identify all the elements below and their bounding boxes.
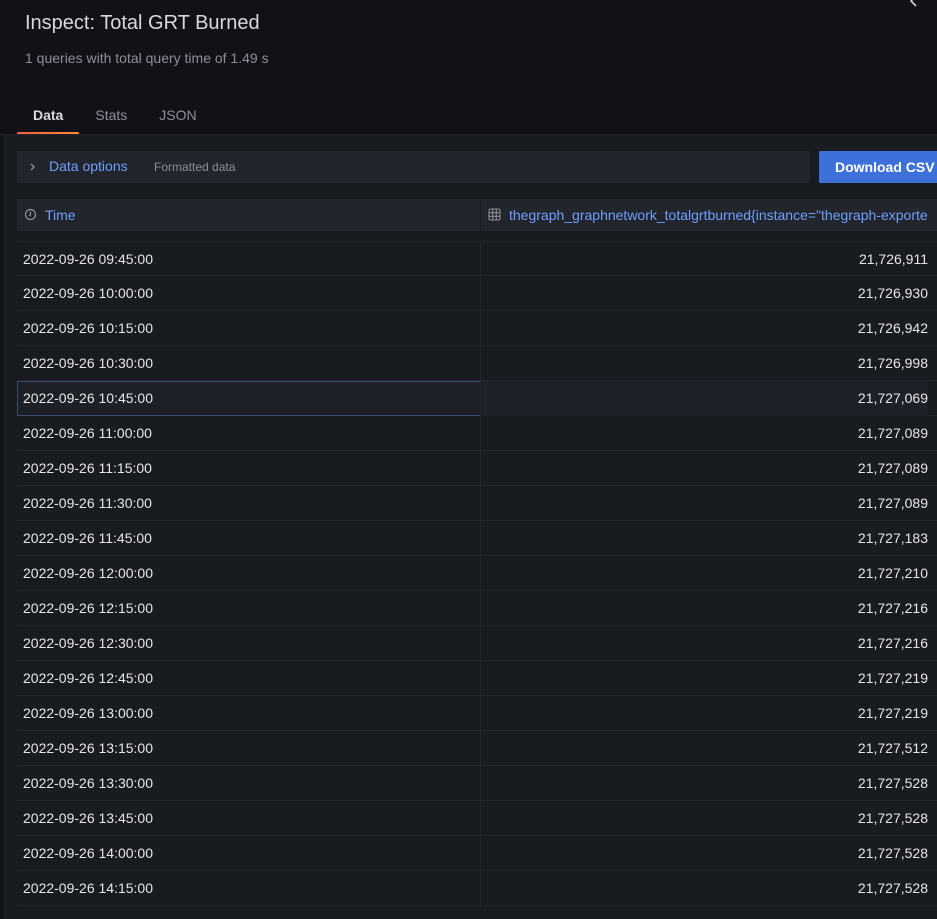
table-body: 2022-09-26 09:45:00 21,726,911 2022-09-26 … (17, 241, 937, 906)
query-summary: 1 queries with total query time of 1.49 … (25, 50, 269, 66)
cell-value: 21,726,942 (857, 320, 928, 336)
tab-data[interactable]: Data (17, 97, 80, 135)
cell-value: 21,727,528 (857, 775, 928, 791)
clock-icon (24, 208, 37, 221)
table-row[interactable]: 2022-09-26 13:00:00 21,727,219 (17, 696, 937, 731)
table-row[interactable]: 2022-09-26 11:00:00 21,727,089 (17, 416, 937, 451)
table-row[interactable]: 2022-09-26 10:30:00 21,726,998 (17, 346, 937, 381)
cell-time: 2022-09-26 13:45:00 (23, 810, 153, 826)
table-row[interactable]: 2022-09-26 10:15:00 21,726,942 (17, 311, 937, 346)
cell-time: 2022-09-26 12:00:00 (23, 565, 153, 581)
cell-time: 2022-09-26 11:45:00 (23, 530, 152, 546)
chevron-right-icon (30, 163, 35, 171)
data-options-toggle[interactable]: Data options Formatted data (17, 151, 810, 183)
cell-time: 2022-09-26 12:45:00 (23, 670, 153, 686)
cell-time: 2022-09-26 13:15:00 (23, 740, 153, 756)
table-row[interactable]: 2022-09-26 11:15:00 21,727,089 (17, 451, 937, 486)
data-options-description: Formatted data (154, 160, 236, 174)
cell-value: 21,726,930 (857, 285, 928, 301)
cell-value: 21,726,911 (858, 251, 928, 267)
download-csv-button[interactable]: Download CSV (819, 151, 937, 183)
cell-time: 2022-09-26 11:00:00 (23, 425, 152, 441)
table-row[interactable]: 2022-09-26 11:30:00 21,727,089 (17, 486, 937, 521)
drawer-header: Inspect: Total GRT Burned 1 queries with… (0, 0, 937, 135)
table-row[interactable]: 2022-09-26 11:45:00 21,727,183 (17, 521, 937, 556)
column-divider (480, 241, 481, 909)
cell-time: 2022-09-26 10:45:00 (17, 381, 482, 416)
page-title: Inspect: Total GRT Burned (25, 12, 260, 34)
table-row[interactable]: 2022-09-26 14:00:00 21,727,528 (17, 836, 937, 871)
cell-value: 21,727,216 (857, 600, 928, 616)
data-table: Time thegraph_graphnetwork_totalgrtburne… (17, 199, 937, 909)
cell-time: 2022-09-26 09:45:00 (23, 251, 153, 267)
table-row[interactable]: 2022-09-26 12:15:00 21,727,216 (17, 591, 937, 626)
cell-value: 21,727,210 (857, 565, 928, 581)
cell-time: 2022-09-26 10:15:00 (23, 320, 153, 336)
table-row[interactable]: 2022-09-26 13:45:00 21,727,528 (17, 801, 937, 836)
table-row[interactable]: 2022-09-26 13:15:00 21,727,512 (17, 731, 937, 766)
cell-time: 2022-09-26 11:15:00 (23, 460, 152, 476)
table-row[interactable]: 2022-09-26 12:45:00 21,727,219 (17, 661, 937, 696)
inspect-drawer: Inspect: Total GRT Burned 1 queries with… (0, 0, 937, 919)
tab-stats[interactable]: Stats (79, 97, 143, 135)
cell-time: 2022-09-26 14:00:00 (23, 845, 153, 861)
cell-time: 2022-09-26 14:15:00 (23, 880, 153, 896)
cell-value: 21,727,219 (857, 670, 928, 686)
table-row[interactable]: 2022-09-26 09:45:00 21,726,911 (17, 241, 937, 276)
cell-time: 2022-09-26 13:30:00 (23, 775, 153, 791)
cell-value: 21,727,089 (857, 425, 928, 441)
drawer-edge (0, 0, 3, 919)
column-header-label: Time (45, 207, 76, 223)
column-header-time[interactable]: Time (17, 199, 480, 231)
table-header: Time thegraph_graphnetwork_totalgrtburne… (17, 199, 937, 231)
cell-time: 2022-09-26 10:00:00 (23, 285, 153, 301)
cell-value: 21,727,528 (857, 810, 928, 826)
column-header-value[interactable]: thegraph_graphnetwork_totalgrtburned{ins… (481, 199, 937, 231)
table-row[interactable]: 2022-09-26 12:00:00 21,727,210 (17, 556, 937, 591)
cell-value: 21,727,089 (857, 495, 928, 511)
tab-json[interactable]: JSON (143, 97, 212, 135)
table-row[interactable]: 2022-09-26 14:15:00 21,727,528 (17, 871, 937, 906)
grid-icon (488, 208, 501, 221)
cell-value: 21,727,512 (857, 740, 928, 756)
cell-value: 21,726,998 (857, 355, 928, 371)
cell-time: 2022-09-26 10:30:00 (23, 355, 153, 371)
table-row[interactable]: 2022-09-26 10:45:00 21,727,069 (17, 381, 937, 416)
cell-value: 21,727,528 (857, 880, 928, 896)
cell-time: 2022-09-26 11:30:00 (23, 495, 152, 511)
table-row[interactable]: 2022-09-26 13:30:00 21,727,528 (17, 766, 937, 801)
cell-value: 21,727,219 (857, 705, 928, 721)
column-header-label: thegraph_graphnetwork_totalgrtburned{ins… (509, 207, 928, 223)
cell-value: 21,727,183 (857, 530, 928, 546)
chevron-left-icon[interactable] (907, 0, 921, 8)
data-options-label: Data options (49, 158, 128, 174)
cell-value: 21,727,216 (857, 635, 928, 651)
cell-time: 2022-09-26 13:00:00 (23, 705, 153, 721)
cell-time: 2022-09-26 12:15:00 (23, 600, 153, 616)
cell-value: 21,727,089 (857, 460, 928, 476)
cell-time: 2022-09-26 12:30:00 (23, 635, 153, 651)
table-row[interactable]: 2022-09-26 10:00:00 21,726,930 (17, 276, 937, 311)
cell-value: 21,727,069 (481, 381, 928, 416)
header-divider (0, 134, 937, 135)
inspect-tabs: Data Stats JSON (17, 97, 213, 135)
table-row[interactable]: 2022-09-26 12:30:00 21,727,216 (17, 626, 937, 661)
cell-value: 21,727,528 (857, 845, 928, 861)
